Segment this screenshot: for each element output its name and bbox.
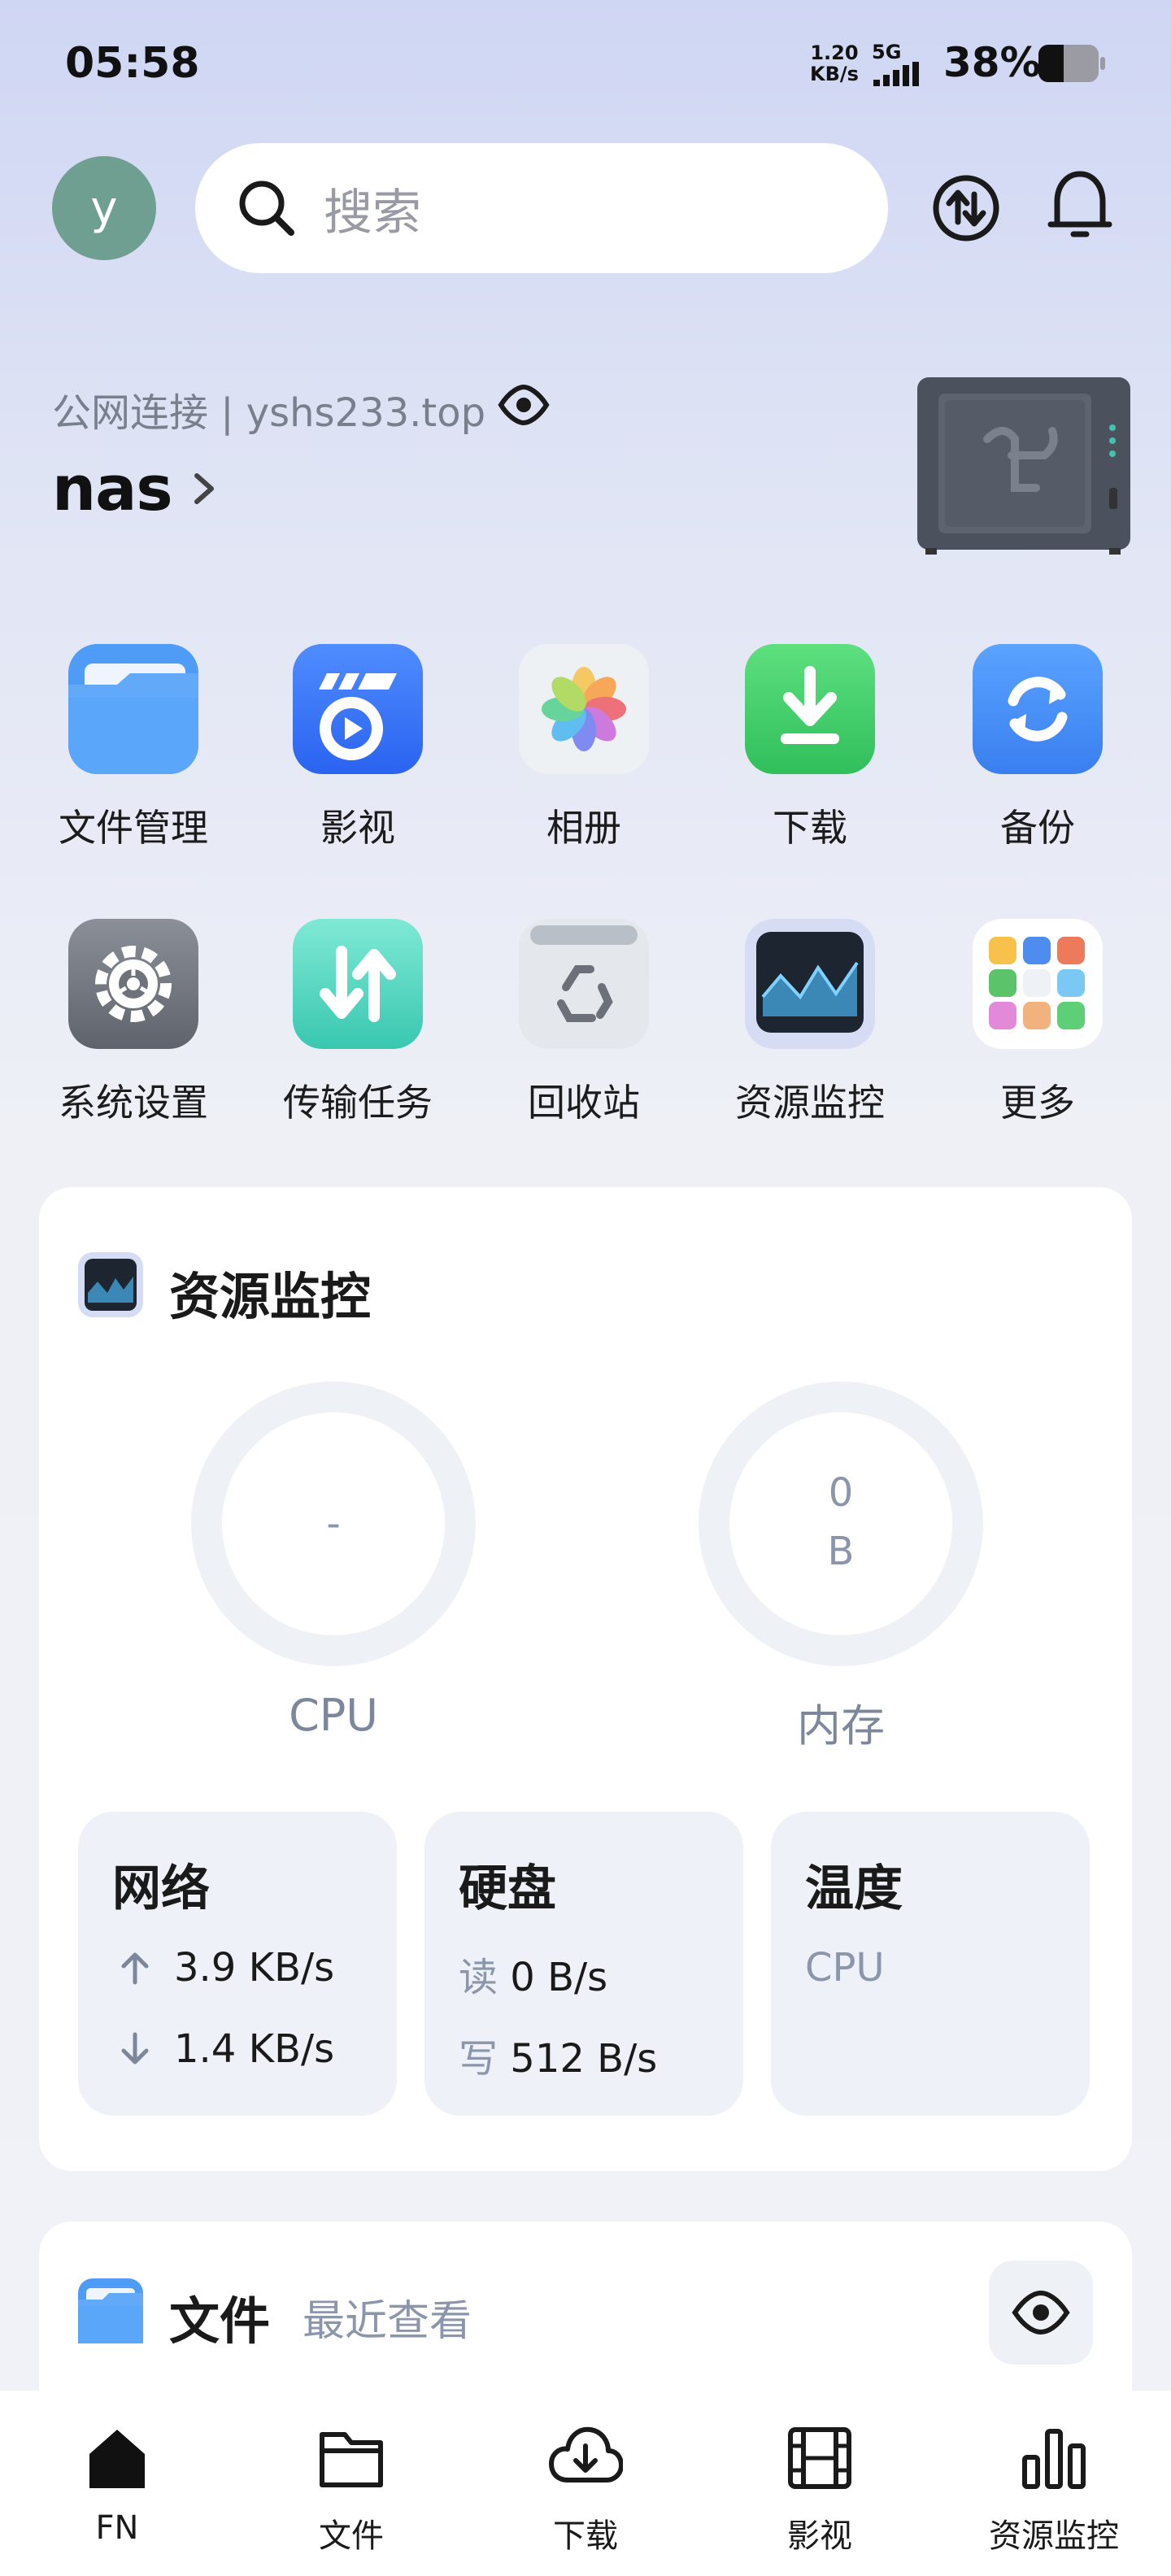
disk-title: 硬盘 <box>459 1860 556 1917</box>
app-label: 备份 <box>1000 806 1075 850</box>
transfer-tasks-icon <box>293 919 423 1049</box>
app-label: 资源监控 <box>735 1081 885 1125</box>
battery-icon <box>1038 45 1105 82</box>
avatar[interactable]: y <box>52 156 156 260</box>
more-apps-icon <box>973 919 1103 1049</box>
network-type: 5G <box>872 41 902 63</box>
status-net-speed: 1.20 KB/s <box>810 42 859 85</box>
app-label: 下载 <box>773 806 847 850</box>
photos-icon <box>519 644 649 774</box>
nav-label: 资源监控 <box>989 2517 1119 2555</box>
temperature-title: 温度 <box>805 1860 903 1917</box>
app-download[interactable]: 下载 <box>712 644 908 852</box>
bell-icon <box>1047 171 1112 237</box>
chevron-right-icon <box>194 472 214 504</box>
nav-files[interactable]: 文件 <box>234 2423 468 2556</box>
download-app-icon <box>745 644 875 774</box>
app-backup[interactable]: 备份 <box>940 644 1135 852</box>
nav-resource-monitor[interactable]: 资源监控 <box>937 2423 1171 2556</box>
files-visibility-button[interactable] <box>989 2261 1093 2365</box>
recycle-bin-icon <box>519 919 649 1049</box>
temperature-stat[interactable]: 温度 CPU <box>771 1812 1090 2116</box>
nav-download[interactable]: 下载 <box>468 2423 703 2556</box>
status-time: 05:58 <box>65 39 200 88</box>
folder-icon <box>68 644 198 774</box>
resource-monitor-icon <box>78 1252 143 1317</box>
disk-read-key: 读 <box>459 1955 498 2000</box>
memory-value: 0 <box>828 1470 854 1516</box>
memory-label: 内存 <box>797 1700 885 1751</box>
eye-icon[interactable] <box>498 382 550 428</box>
backup-icon <box>973 644 1103 774</box>
app-label: 回收站 <box>528 1081 640 1125</box>
disk-read-value: 0 B/s <box>510 1955 608 2000</box>
film-icon <box>788 2427 851 2489</box>
net-speed-value: 1.20 <box>810 41 859 64</box>
app-more[interactable]: 更多 <box>940 919 1135 1127</box>
app-label: 系统设置 <box>59 1081 208 1125</box>
device-selector[interactable]: nas <box>52 452 221 524</box>
nas-device-image <box>917 377 1130 555</box>
battery-percent: 38% <box>943 39 1041 86</box>
app-transfer-tasks[interactable]: 传输任务 <box>260 919 455 1127</box>
nav-label: FN <box>95 2509 139 2547</box>
folder-icon <box>320 2432 383 2487</box>
cpu-label: CPU <box>289 1690 378 1741</box>
video-app-icon <box>293 644 423 774</box>
app-label: 相册 <box>546 806 621 850</box>
network-up: 3.9 KB/s <box>174 1945 335 1991</box>
disk-stat[interactable]: 硬盘 读 0 B/s 写 512 B/s <box>424 1812 743 2116</box>
eye-icon <box>1012 2290 1070 2335</box>
app-file-manager[interactable]: 文件管理 <box>36 644 231 852</box>
net-speed-unit: KB/s <box>810 63 859 85</box>
nav-label: 下载 <box>553 2517 618 2555</box>
home-icon <box>89 2430 145 2488</box>
disk-write-value: 512 B/s <box>510 2036 658 2082</box>
app-label: 文件管理 <box>59 806 208 850</box>
search-icon <box>239 181 294 236</box>
app-resource-monitor[interactable]: 资源监控 <box>712 919 908 1127</box>
nav-label: 影视 <box>787 2517 852 2555</box>
app-label: 影视 <box>320 806 395 850</box>
search-placeholder: 搜索 <box>324 184 421 242</box>
network-down: 1.4 KB/s <box>174 2026 335 2072</box>
nav-label: 文件 <box>319 2517 384 2555</box>
network-stat[interactable]: 网络 3.9 KB/s 1.4 KB/s <box>78 1812 397 2116</box>
card-title: 资源监控 <box>169 1267 372 1326</box>
arrow-up-icon <box>121 1952 149 1985</box>
cpu-value: - <box>326 1501 341 1547</box>
notifications-button[interactable] <box>1041 166 1119 244</box>
disk-read: 读 0 B/s <box>459 1945 607 2002</box>
nav-video[interactable]: 影视 <box>703 2423 937 2556</box>
signal-icon <box>873 62 919 86</box>
temperature-cpu: CPU <box>805 1945 885 1991</box>
app-settings[interactable]: 系统设置 <box>36 919 231 1127</box>
gear-icon <box>68 919 198 1049</box>
files-title: 文件 <box>169 2291 271 2351</box>
files-subtitle: 最近查看 <box>303 2297 472 2346</box>
transfer-button[interactable] <box>927 169 1005 247</box>
app-label: 传输任务 <box>283 1081 433 1125</box>
cloud-download-icon <box>549 2426 624 2482</box>
connection-info: 公网连接 | yshs233.top <box>52 390 486 436</box>
search-bar[interactable]: 搜索 <box>195 143 888 273</box>
app-label: 更多 <box>1000 1081 1075 1125</box>
bottom-nav: FN 文件 下载 影视 资源监控 <box>0 2391 1171 2576</box>
device-name: nas <box>52 452 173 524</box>
disk-write-key: 写 <box>459 2036 498 2082</box>
arrow-down-icon <box>121 2032 149 2065</box>
transfer-icon <box>933 175 999 242</box>
disk-write: 写 512 B/s <box>459 2026 657 2083</box>
memory-unit: B <box>827 1529 855 1574</box>
resource-monitor-card[interactable]: 资源监控 - CPU 0 B 内存 网络 3.9 KB/s 1.4 KB/s 硬… <box>39 1187 1132 2171</box>
network-title: 网络 <box>112 1860 210 1917</box>
folder-icon <box>78 2278 143 2343</box>
app-video[interactable]: 影视 <box>260 644 455 852</box>
app-photos[interactable]: 相册 <box>486 644 681 852</box>
bar-chart-icon <box>1022 2429 1086 2489</box>
nav-fn[interactable]: FN <box>0 2423 234 2547</box>
resource-monitor-icon <box>745 919 875 1049</box>
app-recycle-bin[interactable]: 回收站 <box>486 919 681 1127</box>
